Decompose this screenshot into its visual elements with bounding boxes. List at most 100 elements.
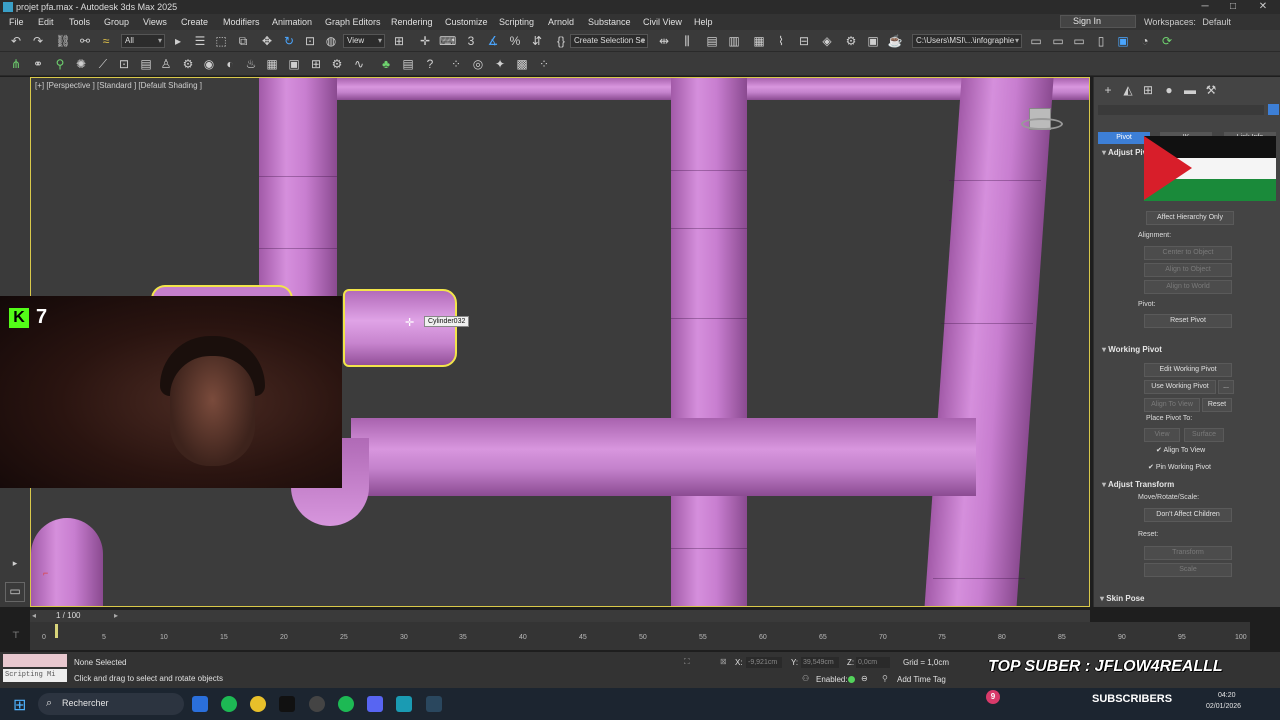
reset-scale-button[interactable]: Scale (1144, 563, 1232, 577)
align-to-view-button[interactable]: Align To View (1144, 398, 1200, 412)
spotify-icon[interactable] (221, 696, 237, 712)
3dsmax-taskbar-icon[interactable] (396, 696, 412, 712)
pin-working-pivot-checkbox[interactable]: ✔ Pin Working Pivot (1148, 463, 1211, 471)
particle-view-icon[interactable]: ✺ (73, 56, 89, 72)
time-slider-next-icon[interactable]: ▸ (114, 610, 118, 622)
modify-tab-icon[interactable]: ◭ (1120, 82, 1136, 98)
center-to-object-button[interactable]: Center to Object (1144, 246, 1232, 260)
help-search-icon[interactable]: ◔ (1137, 33, 1153, 49)
maxscript-listener-input[interactable] (3, 654, 67, 667)
edge-browser-icon[interactable] (192, 696, 208, 712)
document-icon[interactable]: ▤ (400, 56, 416, 72)
move-icon[interactable]: ✥ (259, 33, 275, 49)
object-color-swatch[interactable] (1268, 104, 1279, 115)
maximize-icon[interactable]: □ (1218, 0, 1248, 14)
minimize-icon[interactable]: ─ (1190, 0, 1220, 14)
pivot-center-icon[interactable]: ⊞ (391, 33, 407, 49)
enabled-status-dot[interactable] (848, 676, 855, 683)
play-icon[interactable]: ▸ (7, 555, 23, 571)
help-icon[interactable]: ? (422, 56, 438, 72)
project-path-dropdown[interactable]: C:\Users\MSI\...\infographie (912, 34, 1022, 48)
selection-filter-dropdown[interactable]: All (121, 34, 165, 48)
obs-icon[interactable] (309, 696, 325, 712)
select-manipulate-icon[interactable]: ✛ (417, 33, 433, 49)
bind-spacewarp-icon[interactable]: ≈ (98, 33, 114, 49)
align-to-view-checkbox[interactable]: ✔ Align To View (1156, 446, 1205, 454)
render-icon[interactable]: ◐ (222, 56, 238, 72)
reset-transform-button[interactable]: Transform (1144, 546, 1232, 560)
grid-icon[interactable]: ⊞ (308, 56, 324, 72)
taskbar-search-box[interactable]: ⌕ Rechercher (38, 693, 184, 715)
material-editor-icon[interactable]: ◈ (819, 33, 835, 49)
discord-icon[interactable] (367, 696, 383, 712)
z-coordinate-field[interactable]: 0,0cm (856, 657, 890, 668)
camera-icon[interactable]: ▦ (264, 56, 280, 72)
sign-in-dropdown[interactable]: Sign In (1060, 15, 1136, 28)
rect-selection-icon[interactable]: ⬚ (213, 33, 229, 49)
pipe-vertical-center[interactable] (671, 78, 747, 606)
dots-icon[interactable]: ⁘ (448, 56, 464, 72)
viewport-label[interactable]: [+] [Perspective ] [Standard ] [Default … (35, 81, 202, 90)
edit-working-pivot-button[interactable]: Edit Working Pivot (1144, 363, 1232, 377)
menu-scripting[interactable]: Scripting (499, 14, 534, 30)
ribbon-icon[interactable]: ▦ (751, 33, 767, 49)
more-icon[interactable]: ⁘ (536, 56, 552, 72)
menu-tools[interactable]: Tools (69, 14, 90, 30)
layers-icon[interactable]: ⚭ (30, 56, 46, 72)
character-icon[interactable]: ♙ (158, 56, 174, 72)
brush-icon[interactable]: ⟋ (95, 56, 111, 72)
working-pivot-options-button[interactable]: ... (1218, 380, 1234, 394)
percent-snap-icon[interactable]: % (507, 33, 523, 49)
select-object-icon[interactable]: ▸ (170, 33, 186, 49)
snaps-toggle-icon[interactable]: 3 (463, 33, 479, 49)
hierarchy-tab-icon[interactable]: ⊞ (1140, 82, 1156, 98)
redo-icon[interactable]: ↷ (30, 33, 46, 49)
xref-icon[interactable]: ⚲ (52, 56, 68, 72)
align-to-world-button[interactable]: Align to World (1144, 280, 1232, 294)
spotify-2-icon[interactable] (338, 696, 354, 712)
align-icon[interactable]: ⫼ (679, 33, 695, 49)
mini-listener-icon[interactable]: ▭ (5, 582, 25, 602)
motion-tab-icon[interactable]: ● (1161, 82, 1177, 98)
light-icon[interactable]: ♨ (243, 56, 259, 72)
tiktok-icon[interactable] (279, 696, 295, 712)
reset-working-pivot-button[interactable]: Reset (1202, 398, 1232, 412)
render-setup-icon[interactable]: ⚙ (843, 33, 859, 49)
menu-graph-editors[interactable]: Graph Editors (325, 14, 381, 30)
selected-cylinder-cylinder032[interactable] (343, 289, 457, 367)
adaptive-degradation-icon[interactable]: ⚇ (802, 674, 809, 683)
selection-set-dropdown[interactable]: Create Selection Se (570, 34, 648, 48)
layer-explorer-icon[interactable]: ▥ (726, 33, 742, 49)
rotate-icon[interactable]: ↻ (281, 33, 297, 49)
mirror-icon[interactable]: ⇹ (656, 33, 672, 49)
absolute-mode-icon[interactable]: ⊠ (720, 657, 727, 666)
windows-start-icon[interactable]: ⊞ (13, 695, 26, 715)
explorer-icon[interactable]: ▭ (1050, 33, 1066, 49)
align-to-object-button[interactable]: Align to Object (1144, 263, 1232, 277)
time-slider-prev-icon[interactable]: ◂ (32, 610, 36, 622)
unlink-icon[interactable]: ⚯ (77, 33, 93, 49)
maxscript-mini-listener[interactable]: Scripting Mi (3, 669, 67, 682)
frame-icon[interactable]: ▣ (286, 56, 302, 72)
render-production-icon[interactable]: ☕ (887, 33, 903, 49)
spinner-snap-icon[interactable]: ⇵ (529, 33, 545, 49)
layout-icon[interactable]: ▩ (514, 56, 530, 72)
time-tag-toggle-icon[interactable]: ⊖ (861, 674, 868, 683)
window-crossing-icon[interactable]: ⧉ (235, 33, 251, 49)
menu-customize[interactable]: Customize (445, 14, 488, 30)
place-icon[interactable]: ◍ (323, 33, 339, 49)
toolbar-toggle-icon[interactable]: ▭ (1071, 33, 1087, 49)
project-folder-icon[interactable]: ▭ (1028, 33, 1044, 49)
helper-icon[interactable]: ⚙ (329, 56, 345, 72)
place-view-button[interactable]: View (1144, 428, 1180, 442)
y-coordinate-field[interactable]: 39,549cm (801, 657, 839, 668)
frame-indicator[interactable]: 1 / 100 (56, 610, 80, 622)
use-working-pivot-button[interactable]: Use Working Pivot (1144, 380, 1216, 394)
undo-icon[interactable]: ↶ (8, 33, 24, 49)
display-tab-icon[interactable]: ▬ (1182, 82, 1198, 98)
rollout-working-pivot[interactable]: Working Pivot (1102, 345, 1162, 354)
dont-affect-children-button[interactable]: Don't Affect Children (1144, 508, 1232, 522)
chrome-icon[interactable] (250, 696, 266, 712)
tree-icon[interactable]: ♣ (378, 56, 394, 72)
object-name-field[interactable] (1098, 105, 1264, 115)
